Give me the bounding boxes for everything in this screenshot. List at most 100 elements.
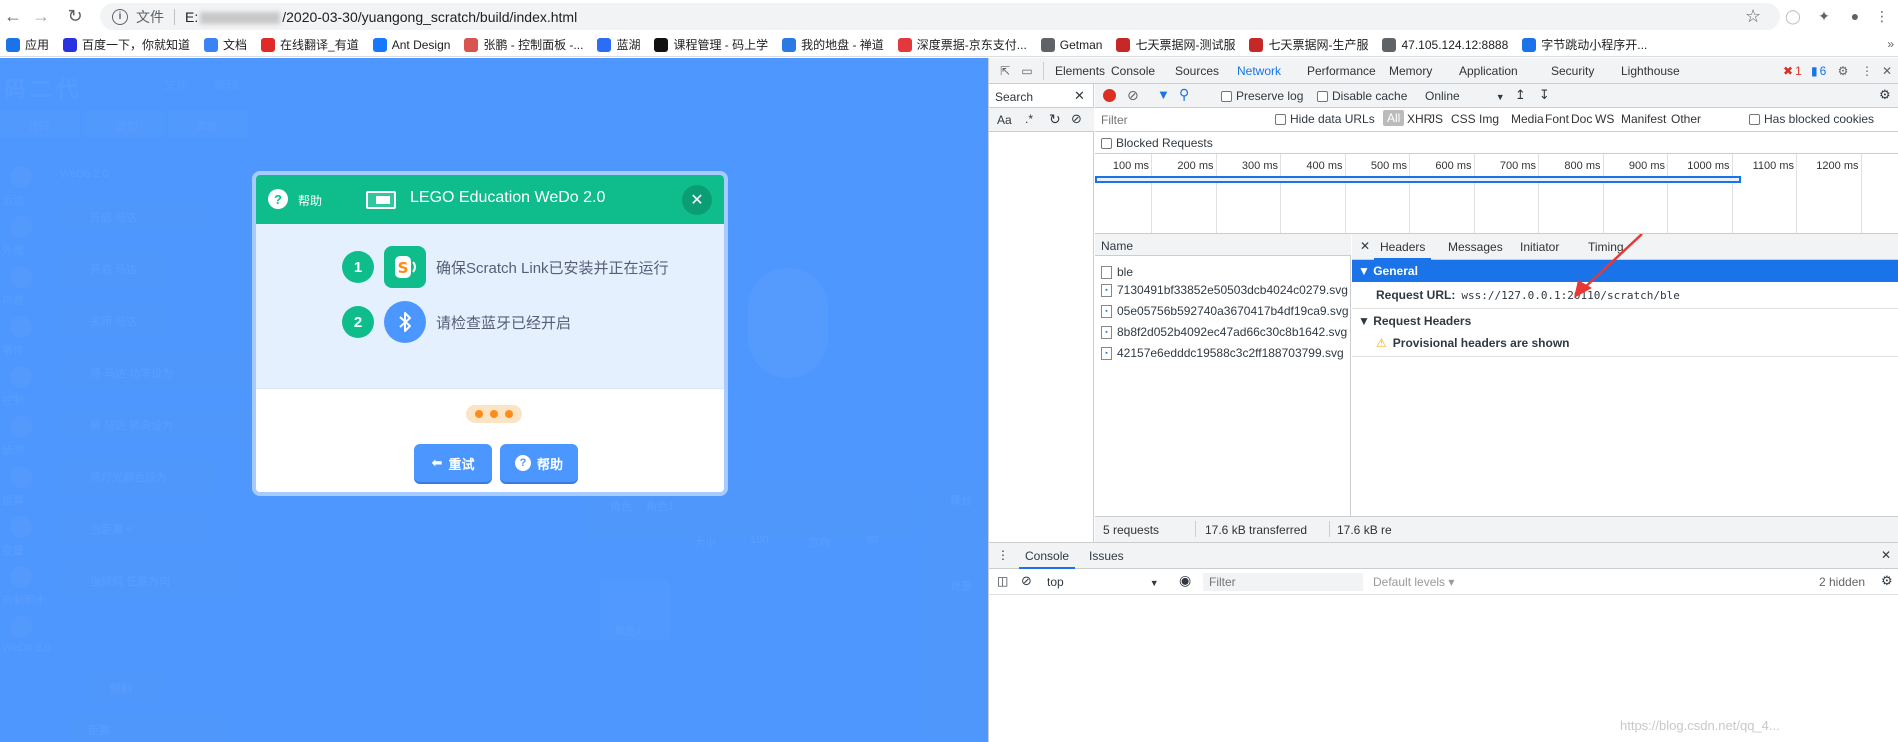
request-row[interactable]: ble bbox=[1095, 262, 1351, 282]
record-icon[interactable] bbox=[1103, 89, 1116, 102]
disable-cache-checkbox[interactable]: Disable cache bbox=[1317, 89, 1407, 103]
bookmark-star-icon[interactable]: ☆ bbox=[1745, 6, 1761, 27]
filter-type-doc[interactable]: Doc bbox=[1571, 112, 1592, 126]
request-row[interactable]: ▪ 7130491bf33852e50503dcb4024c0279.svg bbox=[1101, 283, 1348, 297]
request-row[interactable]: ▪ 8b8f2d052b4092ec47ad66c30c8b1642.svg bbox=[1101, 325, 1347, 339]
preserve-log-checkbox[interactable]: Preserve log bbox=[1221, 89, 1303, 103]
extensions-icon[interactable]: ✦ bbox=[1815, 7, 1833, 25]
bookmark-item[interactable]: 七天票据网-生产服 bbox=[1249, 36, 1368, 53]
sidebar-toggle-icon[interactable]: ◫ bbox=[997, 574, 1008, 588]
bookmark-item[interactable]: 我的地盘 - 禅道 bbox=[782, 36, 884, 53]
shield-icon[interactable]: ◯ bbox=[1784, 7, 1802, 25]
eye-icon[interactable]: ◉ bbox=[1179, 572, 1191, 589]
bookmark-item[interactable]: 深度票据-京东支付... bbox=[897, 36, 1027, 53]
forward-icon[interactable]: → bbox=[28, 3, 54, 29]
bookmark-item[interactable]: 应用 bbox=[6, 36, 49, 53]
devtools-tab-network[interactable]: Network bbox=[1230, 64, 1288, 86]
filter-type-media[interactable]: Media bbox=[1511, 112, 1544, 126]
clear-console-icon[interactable]: ⊘ bbox=[1021, 573, 1032, 589]
filter-type-img[interactable]: Img bbox=[1479, 112, 1499, 126]
close-drawer-icon[interactable]: ✕ bbox=[1881, 548, 1891, 562]
has-blocked-cookies-checkbox[interactable]: Has blocked cookies bbox=[1749, 112, 1874, 126]
filter-type-other[interactable]: Other bbox=[1671, 112, 1701, 126]
drawer-menu-icon[interactable]: ⋮ bbox=[997, 548, 1009, 562]
drawer-tab-issues[interactable]: Issues bbox=[1089, 549, 1124, 563]
detail-tab-headers[interactable]: Headers bbox=[1373, 240, 1432, 260]
request-name: 05e05756b592740a3670417b4df19ca9.svg bbox=[1117, 304, 1349, 318]
bookmark-item[interactable]: 字节跳动小程序开... bbox=[1522, 36, 1647, 53]
info-icon[interactable]: i bbox=[112, 8, 128, 25]
help-button[interactable]: ? 帮助 bbox=[500, 444, 578, 482]
bookmark-item[interactable]: 课程管理 - 码上学 bbox=[654, 36, 768, 53]
settings-gear-icon[interactable]: ⚙ bbox=[1835, 63, 1851, 79]
hide-data-urls-checkbox[interactable]: Hide data URLs bbox=[1275, 112, 1375, 126]
devtools-tab-sources[interactable]: Sources bbox=[1175, 64, 1219, 78]
bookmark-item[interactable]: 百度一下，你就知道 bbox=[63, 36, 190, 53]
inspect-element-icon[interactable]: ⇱ bbox=[997, 63, 1013, 79]
refresh-search-icon[interactable]: ↻ bbox=[1049, 111, 1061, 128]
devtools-tab-security[interactable]: Security bbox=[1551, 64, 1594, 78]
message-count-icon[interactable]: ▮ 6 bbox=[1811, 63, 1826, 79]
devtools-tab-elements[interactable]: Elements bbox=[1055, 64, 1105, 78]
devtools-tab-console[interactable]: Console bbox=[1111, 64, 1155, 78]
request-headers-section[interactable]: ▼ Request Headers bbox=[1358, 314, 1471, 328]
error-count-icon[interactable]: ✖ 1 bbox=[1783, 63, 1802, 79]
detail-tab-messages[interactable]: Messages bbox=[1448, 240, 1503, 254]
devtools-tab-application[interactable]: Application bbox=[1459, 64, 1518, 78]
filter-type-manifest[interactable]: Manifest bbox=[1621, 112, 1666, 126]
clear-icon[interactable]: ⊘ bbox=[1127, 87, 1139, 104]
device-toolbar-icon[interactable]: ▭ bbox=[1019, 63, 1035, 79]
filter-type-all[interactable]: All bbox=[1383, 110, 1405, 126]
wedo-device-icon bbox=[366, 191, 396, 209]
log-levels-select[interactable]: Default levels ▾ bbox=[1373, 575, 1454, 589]
more-options-icon[interactable]: ⋮ bbox=[1859, 63, 1875, 79]
bookmark-item[interactable]: 在线翻译_有道 bbox=[261, 36, 359, 53]
close-detail-icon[interactable]: ✕ bbox=[1360, 239, 1370, 253]
close-devtools-icon[interactable]: ✕ bbox=[1879, 63, 1895, 79]
clear-search-icon[interactable]: ⊘ bbox=[1071, 111, 1082, 127]
context-select[interactable]: top ▼ bbox=[1047, 575, 1159, 589]
close-button[interactable]: ✕ bbox=[682, 185, 712, 215]
help-icon[interactable]: ? bbox=[268, 189, 288, 209]
filter-funnel-icon[interactable]: ▼ bbox=[1157, 87, 1170, 102]
export-har-icon[interactable]: ↧ bbox=[1539, 87, 1550, 103]
back-icon[interactable]: ← bbox=[0, 3, 26, 29]
close-search-icon[interactable]: ✕ bbox=[1074, 88, 1085, 104]
filter-type-css[interactable]: CSS bbox=[1451, 112, 1476, 126]
reload-icon[interactable]: ↻ bbox=[62, 3, 88, 29]
bookmark-item[interactable]: 蓝湖 bbox=[597, 36, 640, 53]
regex-toggle[interactable]: .* bbox=[1025, 112, 1033, 126]
drawer-tab-console[interactable]: Console bbox=[1025, 549, 1069, 563]
import-har-icon[interactable]: ↥ bbox=[1515, 87, 1526, 103]
address-bar[interactable]: i 文件 E:/2020-03-30/yuangong_scratch/buil… bbox=[100, 3, 1780, 30]
bookmarks-more-icon[interactable]: » bbox=[1887, 37, 1894, 51]
blocked-requests-checkbox[interactable]: Blocked Requests bbox=[1101, 136, 1213, 150]
bookmark-item[interactable]: 七天票据网-测试服 bbox=[1116, 36, 1235, 53]
detail-tab-initiator[interactable]: Initiator bbox=[1520, 240, 1559, 254]
filter-input[interactable] bbox=[1095, 110, 1267, 129]
request-row[interactable]: ▪ 05e05756b592740a3670417b4df19ca9.svg bbox=[1101, 304, 1349, 318]
bookmark-item[interactable]: Getman bbox=[1040, 37, 1102, 52]
match-case-toggle[interactable]: Aa bbox=[997, 113, 1012, 127]
console-settings-gear-icon[interactable]: ⚙ bbox=[1881, 573, 1893, 589]
bookmark-item[interactable]: 张鹏 - 控制面板 -... bbox=[464, 36, 583, 53]
retry-button[interactable]: ⬅ 重试 bbox=[414, 444, 492, 482]
bookmark-item[interactable]: 文档 bbox=[204, 36, 247, 53]
modal-help-label[interactable]: 帮助 bbox=[298, 192, 322, 209]
bookmark-item[interactable]: Ant Design bbox=[372, 37, 450, 52]
throttle-select[interactable]: Online ▼ bbox=[1425, 89, 1505, 103]
console-filter-input[interactable] bbox=[1203, 573, 1363, 591]
devtools-tab-memory[interactable]: Memory bbox=[1389, 64, 1432, 78]
search-icon[interactable]: ⚲ bbox=[1179, 86, 1189, 103]
filter-type-font[interactable]: Font bbox=[1545, 112, 1569, 126]
name-column-header[interactable]: Name bbox=[1101, 239, 1133, 253]
request-row[interactable]: ▪ 42157e6edddc19588c3c2ff188703799.svg bbox=[1101, 346, 1344, 360]
filter-type-ws[interactable]: WS bbox=[1595, 112, 1614, 126]
menu-icon[interactable]: ⋮ bbox=[1873, 7, 1891, 25]
bookmark-item[interactable]: 47.105.124.12:8888 bbox=[1382, 37, 1508, 52]
network-settings-gear-icon[interactable]: ⚙ bbox=[1879, 87, 1891, 103]
devtools-tab-lighthouse[interactable]: Lighthouse bbox=[1621, 64, 1680, 78]
devtools-tab-performance[interactable]: Performance bbox=[1307, 64, 1376, 78]
filter-type-js[interactable]: JS bbox=[1429, 112, 1443, 126]
profile-avatar-icon[interactable]: ● bbox=[1846, 7, 1864, 25]
